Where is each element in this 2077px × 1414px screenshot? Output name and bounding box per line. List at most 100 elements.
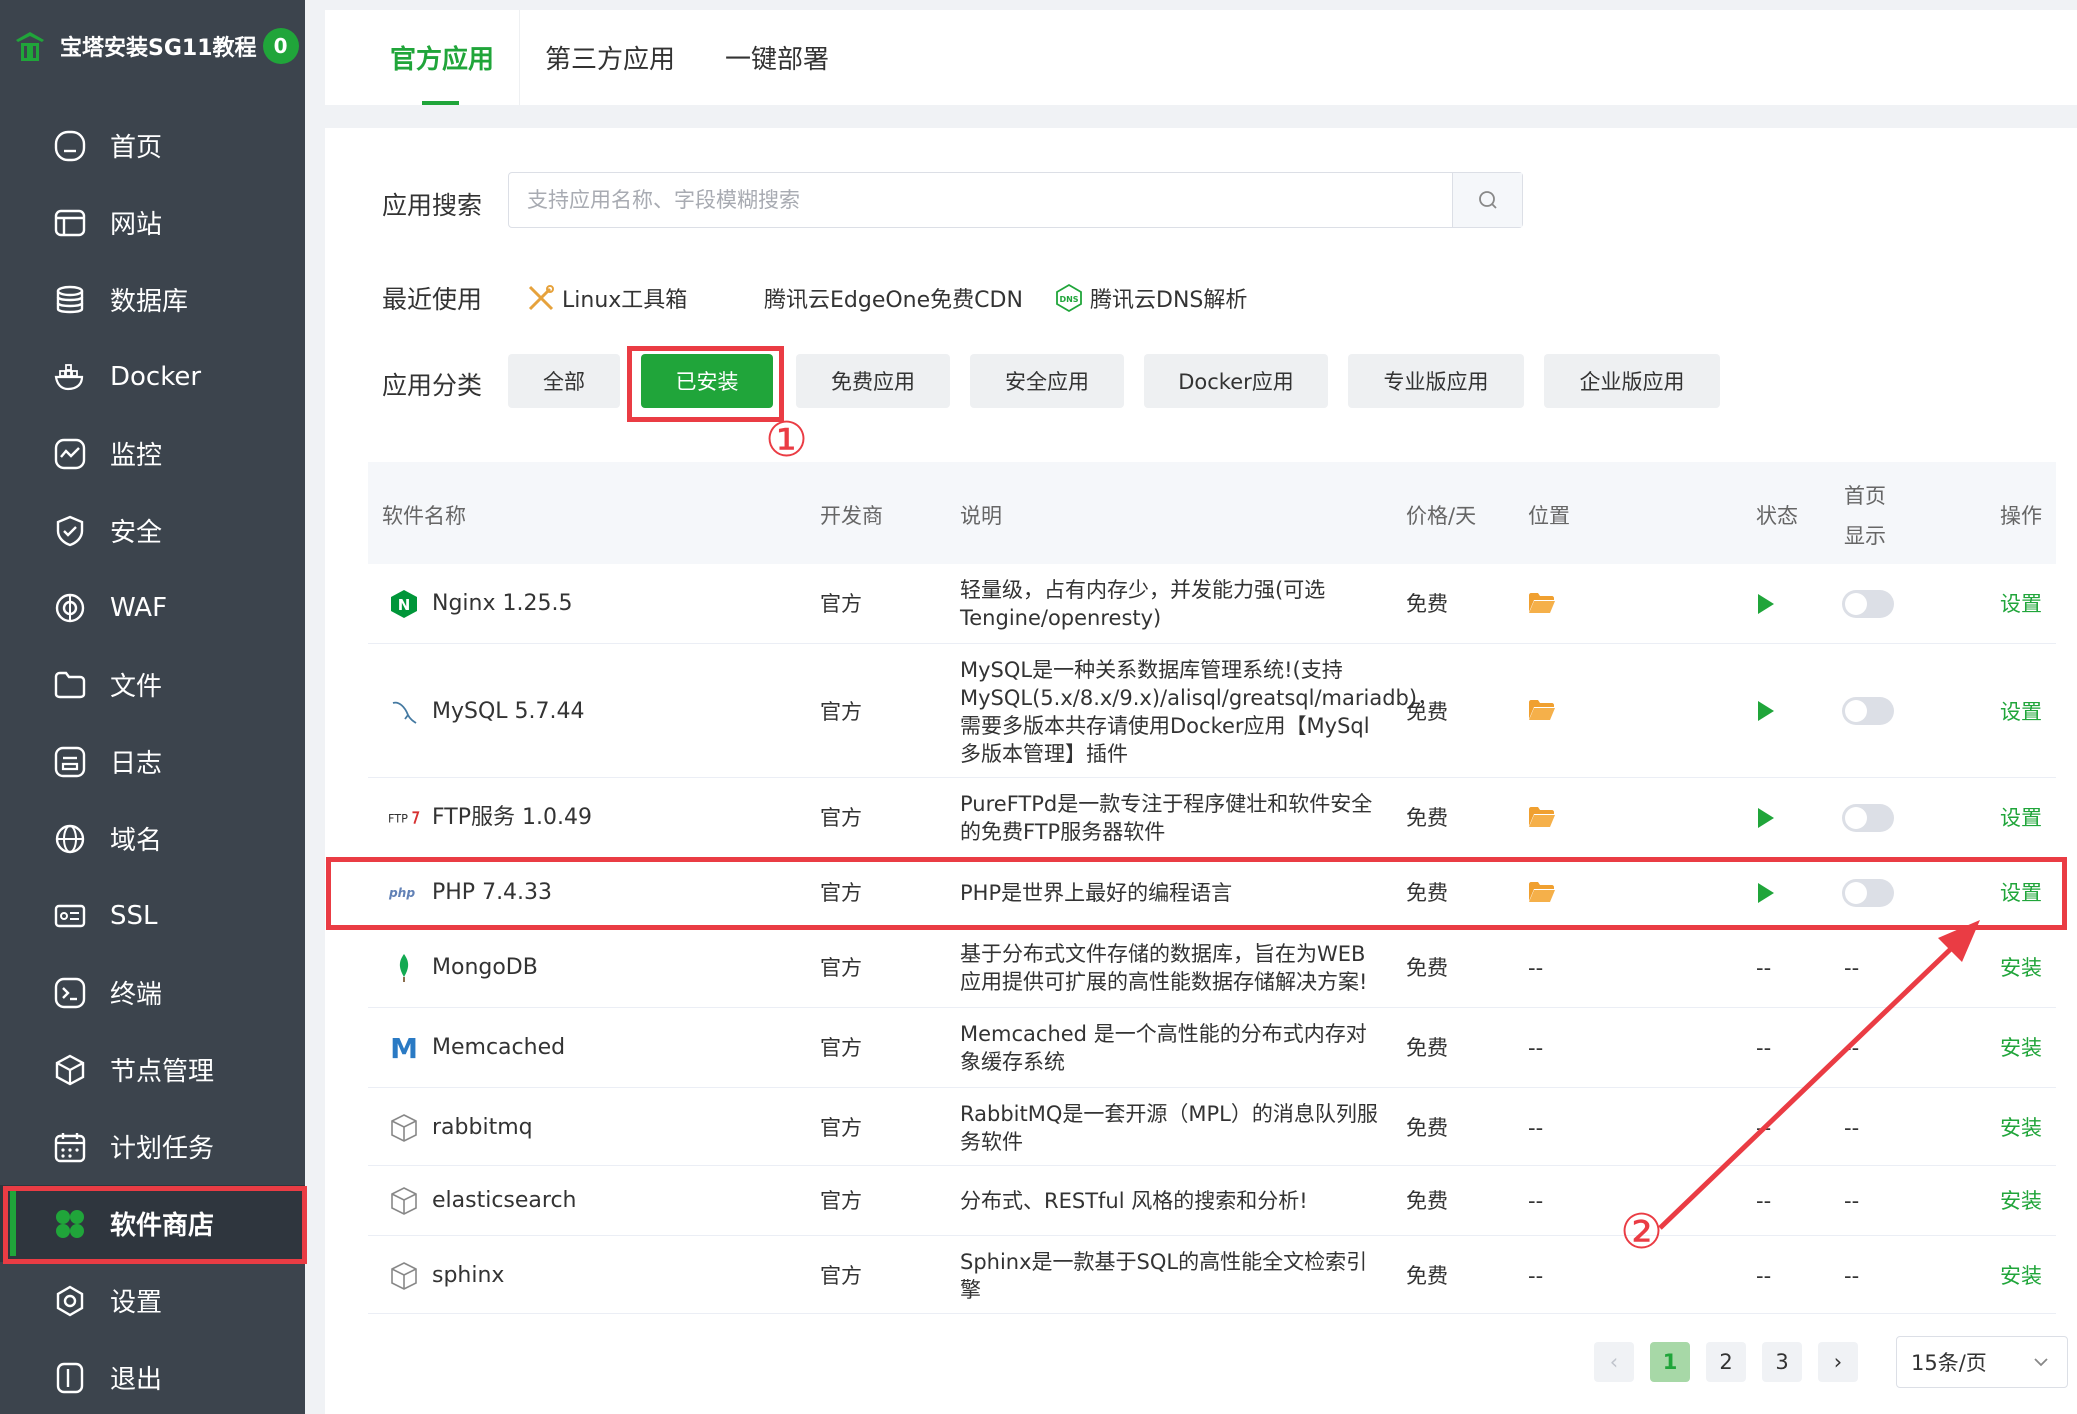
sidebar-item-website[interactable]: 网站	[0, 184, 305, 261]
page-size-select[interactable]: 15条/页	[1896, 1336, 2068, 1388]
sidebar-item-monitor[interactable]: 监控	[0, 415, 305, 492]
sidebar-item-logs[interactable]: 日志	[0, 723, 305, 800]
install-link[interactable]: 安装	[2000, 1262, 2042, 1290]
calendar-icon	[52, 1129, 88, 1165]
sidebar-item-nodes[interactable]: 节点管理	[0, 1031, 305, 1108]
sidebar-item-waf[interactable]: WAF	[0, 569, 305, 646]
tab-official-apps[interactable]: 官方应用	[365, 10, 519, 105]
search-box	[508, 172, 1523, 228]
home-display-toggle[interactable]	[1842, 804, 1894, 832]
table-header: 软件名称 开发商 说明 价格/天 位置 状态 首页 显示 操作	[368, 462, 2056, 564]
sidebar-item-logout[interactable]: 退出	[0, 1339, 305, 1414]
pagination-page-2[interactable]: 2	[1706, 1342, 1746, 1382]
monitor-icon	[52, 436, 88, 472]
chevron-down-icon	[2034, 1358, 2048, 1367]
category-docker-button[interactable]: Docker应用	[1144, 354, 1328, 408]
software-name: FTP服务 1.0.49	[432, 805, 592, 830]
table-row: N Nginx 1.25.5 官方 轻量级，占有内存少，并发能力强(可选Teng…	[368, 564, 2056, 644]
search-icon	[1478, 191, 1497, 209]
software-name: Memcached	[432, 1035, 566, 1060]
search-input[interactable]	[509, 173, 1452, 227]
tab-label: 官方应用	[390, 45, 495, 75]
search-label: 应用搜索	[382, 191, 483, 220]
sidebar-item-files[interactable]: 文件	[0, 646, 305, 723]
tab-one-click-deploy[interactable]: 一键部署	[700, 10, 854, 105]
sidebar-item-docker[interactable]: Docker	[0, 338, 305, 415]
play-icon[interactable]	[1758, 808, 1774, 828]
ftp-icon: FTP	[388, 802, 420, 834]
open-folder-icon[interactable]	[1528, 806, 1556, 835]
description: 基于分布式文件存储的数据库，旨在为WEB应用提供可扩展的高性能数据存储解决方案!	[960, 942, 1368, 994]
category-label: 应用分类	[382, 371, 483, 400]
shield-icon	[52, 513, 88, 549]
brand-title: 宝塔安装SG11教程	[60, 36, 257, 61]
sidebar-item-label: SSL	[110, 900, 158, 931]
sidebar-item-security[interactable]: 安全	[0, 492, 305, 569]
home-placeholder: --	[1844, 1264, 1860, 1288]
settings-link[interactable]: 设置	[2000, 698, 2042, 726]
waf-icon	[52, 590, 88, 626]
home-display-toggle[interactable]	[1842, 590, 1894, 618]
sidebar-item-settings[interactable]: 设置	[0, 1262, 305, 1339]
price: 免费	[1406, 700, 1448, 724]
description: PureFTPd是一款专注于程序健壮和软件安全的免费FTP服务器软件	[960, 792, 1373, 844]
description: 分布式、RESTful 风格的搜索和分析!	[960, 1189, 1308, 1213]
location-placeholder: --	[1528, 1116, 1544, 1140]
notification-badge[interactable]: 0	[262, 28, 299, 64]
settings-link[interactable]: 设置	[2000, 590, 2042, 618]
sidebar-item-home[interactable]: 首页	[0, 107, 305, 184]
category-free-button[interactable]: 免费应用	[796, 354, 950, 408]
category-security-button[interactable]: 安全应用	[970, 354, 1124, 408]
location-placeholder: --	[1528, 1264, 1544, 1288]
settings-link[interactable]: 设置	[2000, 804, 2042, 832]
recent-item-dns[interactable]: DNS 腾讯云DNS解析	[1054, 278, 1247, 318]
open-folder-icon[interactable]	[1528, 699, 1556, 728]
header-home-1: 首页	[1844, 484, 1886, 508]
search-button[interactable]	[1452, 173, 1522, 227]
sidebar-item-label: 计划任务	[110, 1134, 215, 1164]
sidebar-item-domain[interactable]: 域名	[0, 800, 305, 877]
pagination-next-button[interactable]: ›	[1818, 1342, 1858, 1382]
mongodb-icon	[388, 952, 420, 984]
sidebar-item-label: 设置	[110, 1288, 163, 1318]
header-status: 状态	[1756, 504, 1798, 528]
header-name: 软件名称	[382, 504, 466, 528]
package-icon	[388, 1112, 420, 1144]
status-placeholder: --	[1756, 1264, 1772, 1288]
svg-text:N: N	[398, 596, 411, 614]
play-icon[interactable]	[1758, 701, 1774, 721]
tab-label: 一键部署	[725, 45, 830, 75]
sidebar-item-ssl[interactable]: SSL	[0, 877, 305, 954]
svg-text:FTP: FTP	[388, 813, 408, 826]
category-enterprise-button[interactable]: 企业版应用	[1544, 354, 1720, 408]
home-display-toggle[interactable]	[1842, 697, 1894, 725]
folder-icon	[52, 667, 88, 703]
category-all-button[interactable]: 全部	[508, 354, 620, 408]
pagination-page-1[interactable]: 1	[1650, 1342, 1690, 1382]
package-icon	[388, 1260, 420, 1292]
sidebar-item-label: 终端	[110, 980, 163, 1010]
open-folder-icon[interactable]	[1528, 592, 1556, 621]
sidebar-item-label: 数据库	[110, 287, 189, 317]
pagination-page-3[interactable]: 3	[1762, 1342, 1802, 1382]
category-pro-button[interactable]: 专业版应用	[1348, 354, 1524, 408]
sidebar-item-terminal[interactable]: 终端	[0, 954, 305, 1031]
header-desc: 说明	[960, 504, 1002, 528]
memcached-icon: M	[388, 1032, 420, 1064]
recent-item-edgeone-cdn[interactable]: 腾讯云EdgeOne免费CDN	[764, 278, 1023, 318]
sidebar-item-crontab[interactable]: 计划任务	[0, 1108, 305, 1185]
recent-item-linux-toolbox[interactable]: Linux工具箱	[526, 278, 687, 318]
header-location: 位置	[1528, 504, 1570, 528]
price: 免费	[1406, 1189, 1448, 1213]
software-name-cell: MongoDB	[388, 952, 538, 984]
svg-text:M: M	[390, 1033, 418, 1063]
sidebar-item-database[interactable]: 数据库	[0, 261, 305, 338]
tab-third-party-apps[interactable]: 第三方应用	[520, 10, 700, 105]
location-placeholder: --	[1528, 1036, 1544, 1060]
price: 免费	[1406, 1264, 1448, 1288]
vendor: 官方	[820, 700, 862, 724]
annotation-box-installed	[627, 346, 784, 422]
sidebar-item-label: 网站	[110, 210, 163, 240]
pagination-prev-button[interactable]: ‹	[1594, 1342, 1634, 1382]
play-icon[interactable]	[1758, 594, 1774, 614]
